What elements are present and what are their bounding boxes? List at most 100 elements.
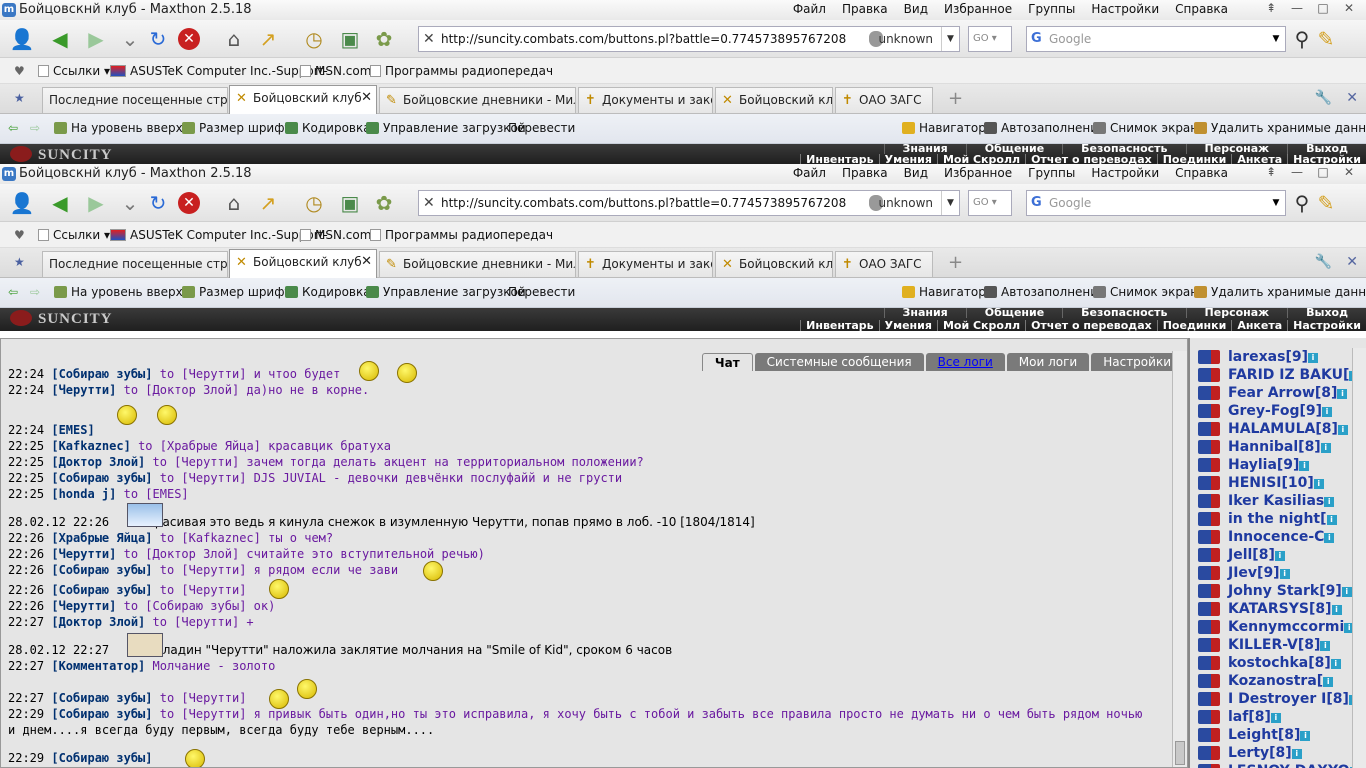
search-dropdown[interactable]: ▼ xyxy=(1267,191,1285,215)
user-name[interactable]: JIev[9] i xyxy=(1228,565,1290,581)
user-row[interactable]: Innocence-C i xyxy=(1190,528,1356,546)
user-info-icon[interactable]: i xyxy=(1320,641,1331,651)
tab-5[interactable]: ✕ Бойцовский клуб. xyxy=(715,251,833,277)
forward-icon[interactable]: ▶ xyxy=(82,189,110,217)
new-tab-icon[interactable]: + xyxy=(948,252,963,273)
menu-item[interactable]: Справка xyxy=(1167,2,1236,16)
user-row[interactable]: Jell[8] i xyxy=(1190,546,1356,564)
maximize-button[interactable]: □ xyxy=(1310,0,1336,16)
menu-item[interactable]: Файл xyxy=(785,2,834,16)
favorite-link[interactable]: Ссылки ▾ xyxy=(38,228,110,242)
search-box[interactable]: G Google ▼ xyxy=(1026,190,1286,216)
favorite-link[interactable]: MSN.com xyxy=(300,228,371,242)
user-row[interactable]: Hannibal[8] i xyxy=(1190,438,1356,456)
chat-nick[interactable]: [Собираю зубы] xyxy=(51,367,152,381)
address-dropdown[interactable]: ▼ xyxy=(941,27,959,51)
menu-item[interactable]: Настройки xyxy=(1083,166,1167,180)
game-menu-item[interactable]: Выход xyxy=(1287,308,1366,318)
game-submenu-item[interactable]: Поединки xyxy=(1156,154,1232,164)
user-row[interactable]: Lerty[8] i xyxy=(1190,744,1356,762)
game-submenu-item[interactable]: Мой Скролл xyxy=(936,320,1025,331)
user-info-icon[interactable]: i xyxy=(1279,569,1290,579)
go-button[interactable]: GO ▾ xyxy=(968,26,1012,52)
user-row[interactable]: HALAMULA[8] i xyxy=(1190,420,1356,438)
game-submenu-item[interactable]: Отчет о переводах xyxy=(1025,154,1157,164)
game-menu-item[interactable]: Безопасность xyxy=(1062,308,1185,318)
tab-2[interactable]: ✕ Бойцовский клуб ✕ xyxy=(229,85,377,114)
address-bar[interactable]: ✕ http://suncity.combats.com/buttons.pl?b… xyxy=(418,190,960,216)
game-submenu-item[interactable]: Поединки xyxy=(1156,320,1232,331)
history-icon[interactable]: ◷ xyxy=(300,25,328,53)
tab-1[interactable]: Последние посещенные страницы xyxy=(42,87,228,113)
forward-small-icon[interactable]: ⇨ xyxy=(30,121,40,135)
restore-button[interactable]: ⇞ xyxy=(1258,164,1284,180)
toolbar-item[interactable]: Удалить хранимые данные... xyxy=(1194,121,1366,135)
chat-nick[interactable]: [EMES] xyxy=(51,423,94,437)
tab-6[interactable]: ✝ ОАО ЗАГС xyxy=(835,87,933,113)
tools-icon[interactable]: ✿ xyxy=(370,189,398,217)
user-name[interactable]: Johny Stark[9] i xyxy=(1228,583,1352,599)
toolbar-item[interactable]: Управление загрузкой xyxy=(366,285,526,299)
user-row[interactable]: Leight[8] i xyxy=(1190,726,1356,744)
user-row[interactable]: KILLER-V[8] i xyxy=(1190,636,1356,654)
wrench-icon[interactable]: 🔧 xyxy=(1315,90,1332,106)
user-info-icon[interactable]: i xyxy=(1341,587,1352,597)
user-name[interactable]: KATARSYS[8] i xyxy=(1228,601,1342,617)
menu-item[interactable]: Избранное xyxy=(936,166,1020,180)
toolbar-item[interactable]: Удалить хранимые данные... xyxy=(1194,285,1366,299)
toolbar-item[interactable]: На уровень вверх ▾ xyxy=(54,285,193,299)
minimize-button[interactable]: — xyxy=(1284,164,1310,180)
user-info-icon[interactable]: i xyxy=(1274,551,1285,561)
back-icon[interactable]: ◀ xyxy=(46,189,74,217)
toolbar-item[interactable]: Навигатор xyxy=(902,285,986,299)
game-submenu-item[interactable]: Инвентарь xyxy=(800,154,878,164)
user-name[interactable]: in the night[i xyxy=(1228,511,1337,527)
user-name[interactable]: Kozanostra[i xyxy=(1228,673,1334,689)
favorite-link[interactable]: Программы радиопередач xyxy=(370,64,553,78)
game-submenu-item[interactable]: Анкета xyxy=(1231,320,1287,331)
chat-nick[interactable]: [Черутти] xyxy=(51,599,116,613)
user-info-icon[interactable]: i xyxy=(1326,515,1337,525)
chat-nick[interactable]: [Черутти] xyxy=(51,547,116,561)
game-submenu-item[interactable]: Умения xyxy=(878,320,937,331)
chat-nick[interactable]: [Храбрые Яйца] xyxy=(51,531,152,545)
user-row[interactable]: Johny Stark[9] i xyxy=(1190,582,1356,600)
tab-close-icon[interactable]: ✕ xyxy=(361,250,372,274)
game-menu-item[interactable]: Знания xyxy=(883,308,966,318)
game-submenu-item[interactable]: Инвентарь xyxy=(800,320,878,331)
menu-item[interactable]: Вид xyxy=(896,2,936,16)
user-info-icon[interactable]: i xyxy=(1322,407,1333,417)
chat-scrollbar[interactable] xyxy=(1172,351,1187,767)
toolbar-item[interactable]: Автозаполнение xyxy=(984,285,1105,299)
user-info-icon[interactable]: i xyxy=(1270,713,1281,723)
favorite-link[interactable]: Ссылки ▾ xyxy=(38,64,110,78)
toolbar-item[interactable]: Снимок экрана xyxy=(1093,285,1205,299)
minimize-button[interactable]: — xyxy=(1284,0,1310,16)
chat-tab[interactable]: Чат xyxy=(701,353,753,371)
toolbar-item[interactable]: Кодировка xyxy=(285,285,371,299)
favorite-link[interactable]: Программы радиопередач xyxy=(370,228,553,242)
user-name[interactable]: HENISI[10] i xyxy=(1228,475,1324,491)
chat-nick[interactable]: [Собираю зубы] xyxy=(51,583,152,597)
wrench-icon[interactable]: 🔧 xyxy=(1315,254,1332,270)
user-info-icon[interactable]: i xyxy=(1320,443,1331,453)
user-name[interactable]: laf[8] i xyxy=(1228,709,1281,725)
chat-nick[interactable]: [Собираю зубы] xyxy=(51,563,152,577)
user-info-icon[interactable]: i xyxy=(1331,605,1342,615)
user-name[interactable]: Fear Arrow[8] i xyxy=(1228,385,1348,401)
toolbar-item[interactable]: На уровень вверх ▾ xyxy=(54,121,193,135)
user-name[interactable]: HALAMULA[8] i xyxy=(1228,421,1348,437)
user-row[interactable]: Iker Kasilias i xyxy=(1190,492,1356,510)
menu-item[interactable]: Справка xyxy=(1167,166,1236,180)
toolbar-item[interactable]: Перевести xyxy=(508,121,575,135)
go-button[interactable]: GO ▾ xyxy=(968,190,1012,216)
refresh-icon[interactable]: ↻ xyxy=(144,189,172,217)
chat-scroll-thumb[interactable] xyxy=(1175,741,1185,765)
dropdown-icon[interactable]: ⌄ xyxy=(116,189,144,217)
user-row[interactable]: JIev[9] i xyxy=(1190,564,1356,582)
chat-nick[interactable]: [Kafkaznec] xyxy=(51,439,130,453)
search-box[interactable]: G Google ▼ xyxy=(1026,26,1286,52)
user-row[interactable]: kostochka[8] i xyxy=(1190,654,1356,672)
restore-button[interactable]: ⇞ xyxy=(1258,0,1284,16)
user-row[interactable]: laf[8] i xyxy=(1190,708,1356,726)
